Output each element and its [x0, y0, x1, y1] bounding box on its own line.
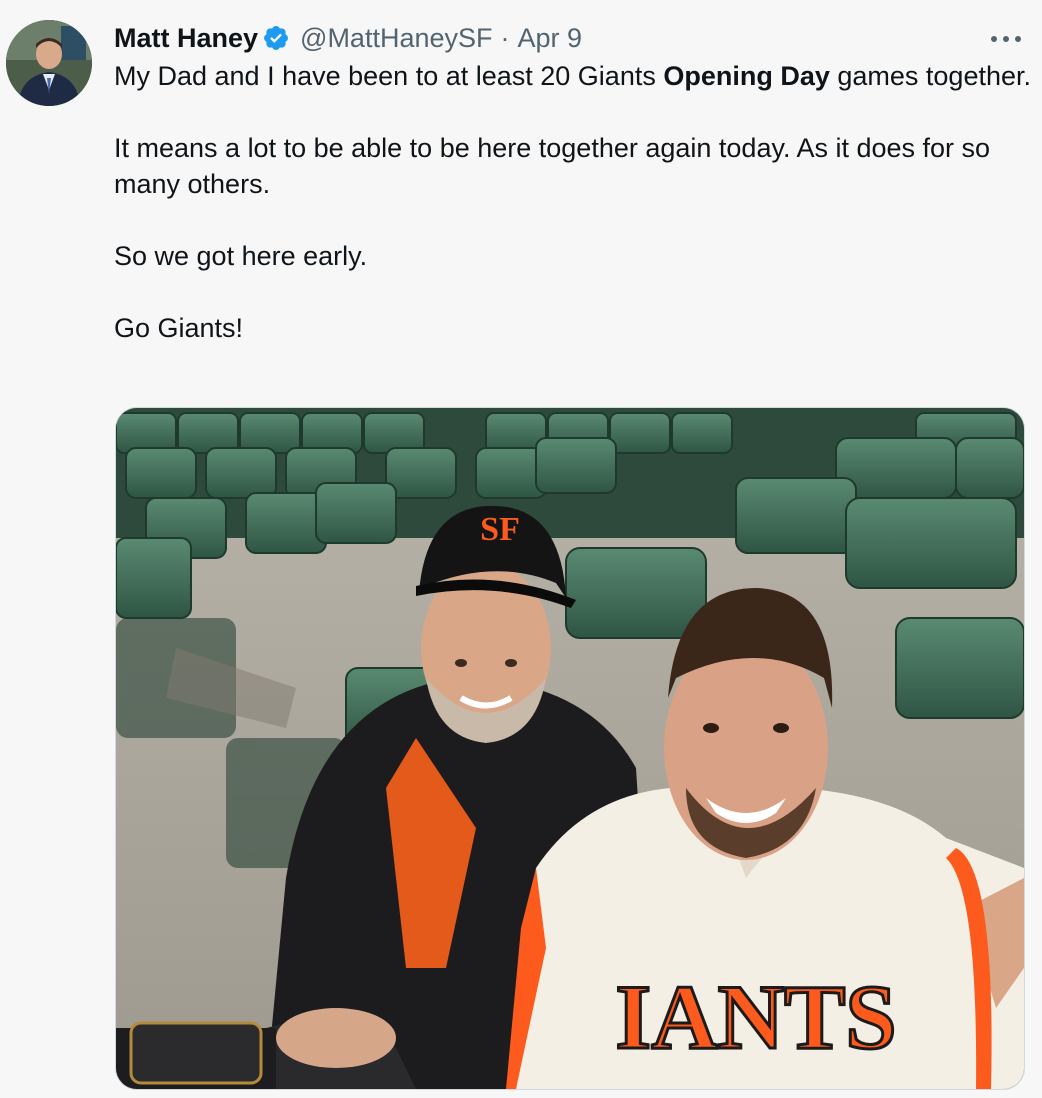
- display-name[interactable]: Matt Haney: [114, 23, 258, 54]
- more-options-button[interactable]: [986, 22, 1026, 56]
- tweet-text: My Dad and I have been to at least 20 Gi…: [114, 58, 1034, 346]
- avatar[interactable]: [6, 20, 92, 106]
- tweet-paragraph-2: It means a lot to be able to be here tog…: [114, 133, 991, 199]
- cap-logo: SF: [480, 511, 520, 548]
- tweet-paragraph-1: My Dad and I have been to at least 20 Gi…: [114, 61, 1032, 91]
- tweet-date[interactable]: Apr 9: [518, 23, 583, 54]
- tweet-header: Matt Haney @MattHaneySF · Apr 9: [114, 20, 582, 56]
- tweet-photo[interactable]: SF IANTS: [115, 407, 1025, 1090]
- tweet-paragraph-3: So we got here early.: [114, 241, 368, 271]
- handle[interactable]: @MattHaneySF: [300, 23, 492, 54]
- tweet[interactable]: Matt Haney @MattHaneySF · Apr 9 My Dad a…: [0, 0, 1042, 1098]
- tweet-paragraph-4: Go Giants!: [114, 313, 244, 343]
- verified-badge-icon: [262, 24, 290, 52]
- avatar-image: [6, 20, 92, 106]
- more-horizontal-icon: [991, 36, 1021, 42]
- separator-dot: ·: [500, 22, 510, 53]
- jersey-lettering: IANTS: [615, 966, 896, 1068]
- photo-image: SF IANTS: [116, 408, 1024, 1089]
- bold-phrase: Opening Day: [663, 61, 830, 91]
